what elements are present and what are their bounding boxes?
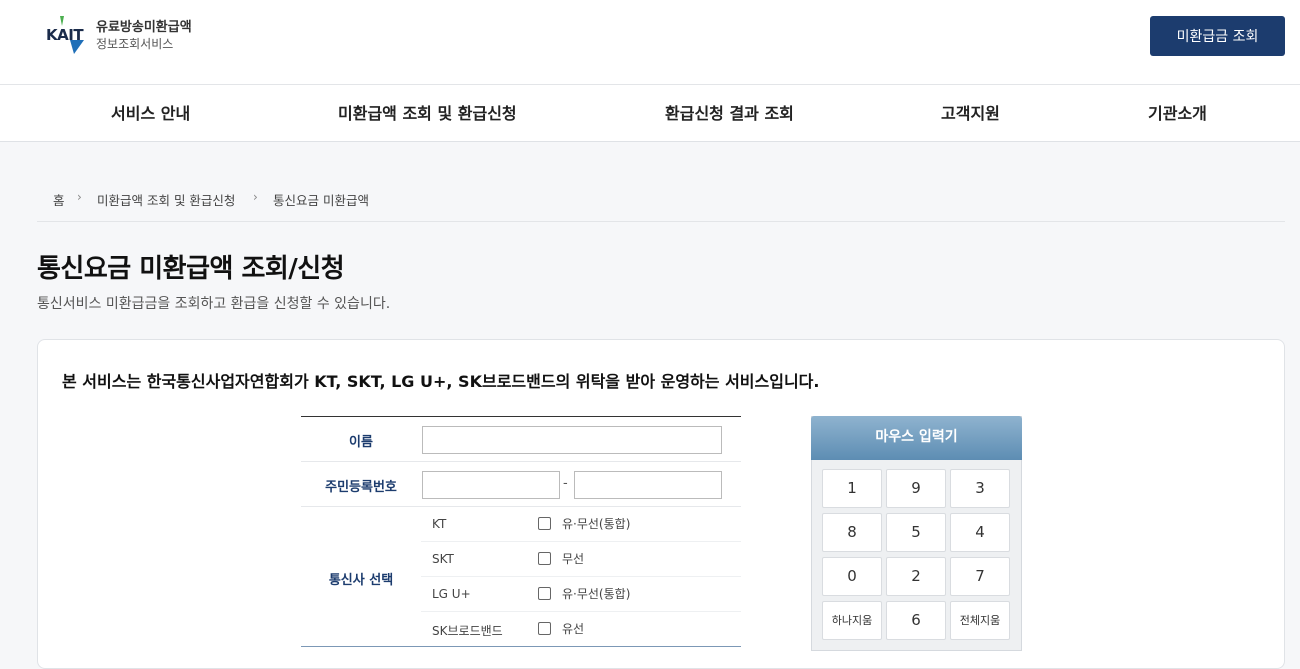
chevron-right-icon: ›: [77, 190, 82, 204]
name-row: 이름: [301, 417, 741, 462]
carrier-type: 유·무선(통합): [562, 517, 631, 531]
logo-line1: 유료방송미환급액: [96, 20, 192, 35]
jumin-label: 주민등록번호: [325, 480, 397, 495]
carrier-type: 유·무선(통합): [562, 587, 631, 601]
jumin-back-input[interactable]: [574, 471, 722, 499]
page-description: 통신서비스 미환급금을 조회하고 환급을 신청할 수 있습니다.: [37, 296, 391, 312]
name-input[interactable]: [422, 426, 722, 454]
carrier-checkbox-skt[interactable]: [538, 552, 551, 565]
name-label: 이름: [349, 435, 373, 450]
nav-service-info[interactable]: 서비스 안내: [111, 85, 190, 142]
carrier-name: KT: [432, 517, 447, 531]
nav-about[interactable]: 기관소개: [1148, 85, 1207, 142]
carrier-checkbox-kt[interactable]: [538, 517, 551, 530]
page-title: 통신요금 미환급액 조회/신청: [37, 254, 345, 284]
keypad-key[interactable]: 9: [886, 469, 946, 508]
keypad-key[interactable]: 6: [886, 601, 946, 640]
nav-customer-support[interactable]: 고객지원: [941, 85, 1000, 142]
keypad-key[interactable]: 2: [886, 557, 946, 596]
breadcrumb-home[interactable]: 홈: [53, 190, 65, 209]
service-notice: 본 서비스는 한국통신사업자연합회가 KT, SKT, LG U+, SK브로드…: [62, 372, 820, 391]
carrier-label: 통신사 선택: [328, 573, 394, 588]
jumin-dash: -: [563, 476, 568, 491]
logo-title: 유료방송미환급액 정보조회서비스: [96, 20, 192, 52]
keypad-title: 마우스 입력기: [811, 416, 1022, 460]
keypad-key[interactable]: 4: [950, 513, 1010, 552]
breadcrumb-refund-inquiry[interactable]: 미환급액 조회 및 환급신청: [97, 190, 235, 209]
breadcrumb-current[interactable]: 통신요금 미환급액: [273, 190, 369, 209]
inquiry-form: 이름 주민등록번호 - 통신사 선택 KT 유·무선(통합) SKT 무선 LG…: [301, 416, 741, 647]
carrier-type: 무선: [562, 552, 585, 566]
keypad-key[interactable]: 0: [822, 557, 882, 596]
jumin-front-input[interactable]: [422, 471, 560, 499]
keypad-key[interactable]: 3: [950, 469, 1010, 508]
carrier-name: LG U+: [432, 587, 471, 601]
top-header: KAIT 유료방송미환급액 정보조회서비스 미환급금 조회: [0, 0, 1300, 85]
keypad-clear-button[interactable]: 전체지움: [950, 601, 1010, 640]
logo-kait-text: KAIT: [46, 26, 84, 44]
carrier-option-kt: KT 유·무선(통합): [421, 507, 741, 542]
carrier-name: SKT: [432, 552, 454, 566]
carrier-option-skb: SK브로드밴드 유선: [421, 612, 741, 647]
keypad-key[interactable]: 8: [822, 513, 882, 552]
inquiry-panel: 본 서비스는 한국통신사업자연합회가 KT, SKT, LG U+, SK브로드…: [37, 339, 1285, 669]
keypad-key[interactable]: 5: [886, 513, 946, 552]
jumin-row: 주민등록번호 -: [301, 462, 741, 507]
refund-lookup-button[interactable]: 미환급금 조회: [1150, 16, 1285, 56]
carrier-option-skt: SKT 무선: [421, 542, 741, 577]
carrier-type: 유선: [562, 622, 585, 636]
keypad-key[interactable]: 7: [950, 557, 1010, 596]
nav-refund-result[interactable]: 환급신청 결과 조회: [665, 85, 794, 142]
carrier-checkbox-skb[interactable]: [538, 622, 551, 635]
carrier-checkbox-lgu[interactable]: [538, 587, 551, 600]
breadcrumb: 홈 › 미환급액 조회 및 환급신청 › 통신요금 미환급액: [37, 176, 1285, 222]
chevron-right-icon: ›: [253, 190, 258, 204]
mouse-keypad: 마우스 입력기 1 9 3 8 5 4 0 2 7 하나지움 6 전체지움: [811, 416, 1022, 651]
keypad-backspace-button[interactable]: 하나지움: [822, 601, 882, 640]
main-navigation: 서비스 안내 미환급액 조회 및 환급신청 환급신청 결과 조회 고객지원 기관…: [0, 85, 1300, 142]
keypad-key[interactable]: 1: [822, 469, 882, 508]
carrier-option-lgu: LG U+ 유·무선(통합): [421, 577, 741, 612]
carrier-row: 통신사 선택 KT 유·무선(통합) SKT 무선 LG U+ 유·무선(통합)…: [301, 507, 741, 647]
logo-line2: 정보조회서비스: [96, 37, 174, 51]
nav-refund-inquiry[interactable]: 미환급액 조회 및 환급신청: [338, 85, 517, 142]
carrier-name: SK브로드밴드: [432, 624, 503, 638]
